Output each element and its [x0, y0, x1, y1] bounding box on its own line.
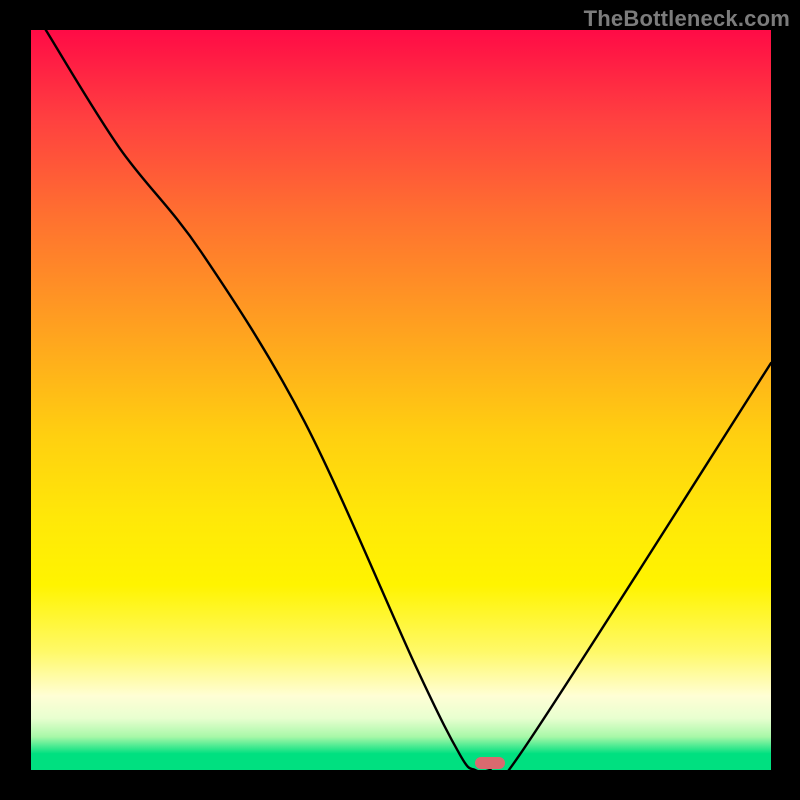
bottleneck-curve	[31, 30, 771, 770]
optimal-marker	[475, 757, 505, 769]
plot-area	[31, 30, 771, 770]
chart-frame: TheBottleneck.com	[0, 0, 800, 800]
watermark-text: TheBottleneck.com	[584, 6, 790, 32]
